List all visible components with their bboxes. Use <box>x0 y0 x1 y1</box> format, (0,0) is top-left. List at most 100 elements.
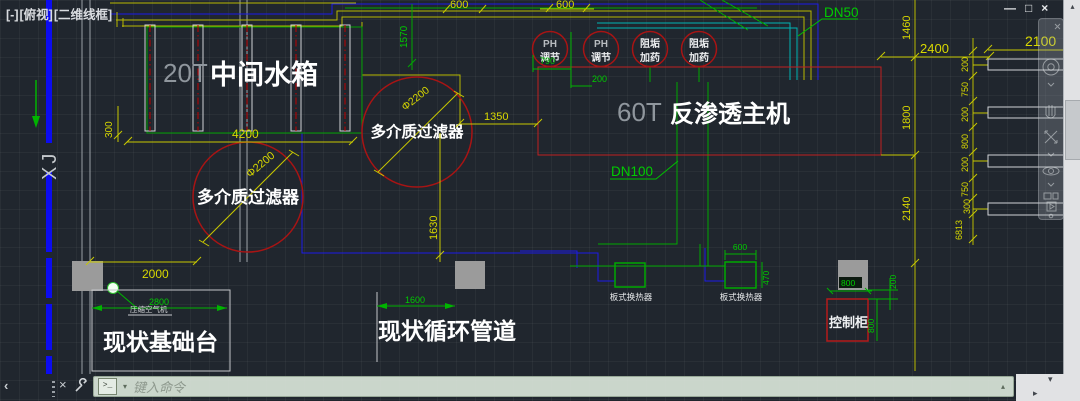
dim-chain-750a: 750 <box>960 82 970 97</box>
heat-exchanger-1[interactable]: 板式换热器 <box>610 263 653 302</box>
filter1-label: 多介质过滤器 <box>197 187 300 207</box>
navbar-caret-icon[interactable] <box>1048 153 1054 156</box>
customize-wrench-icon[interactable] <box>74 378 88 399</box>
scrollbar-corner[interactable]: ▾ ▸ <box>1016 374 1080 401</box>
zoom-icon[interactable] <box>1045 131 1057 143</box>
filter1-diameter: Φ2200 <box>244 150 277 181</box>
cabinet-label: 控制柜 <box>829 315 868 330</box>
media-filter-2[interactable]: Φ2200 多介质过滤器 <box>362 77 472 187</box>
command-input[interactable]: 键入命令 <box>133 377 185 396</box>
command-line-left-controls: ‹ × <box>0 372 93 401</box>
dosing3-line1: 阻垢 <box>640 37 660 50</box>
filter2-label: 多介质过滤器 <box>370 122 464 141</box>
dim-hx-600: 600 <box>733 242 747 252</box>
navigation-wheel-icon[interactable] <box>1043 59 1059 75</box>
viewport-label: [-][俯视][二维线框] <box>6 4 113 23</box>
ro-capacity-label: 60T <box>617 97 662 127</box>
dosing2-line1: PH <box>594 39 608 50</box>
pipe-label-dn100: DN100 <box>610 161 678 179</box>
viewport-controls-menu[interactable]: [-] <box>6 8 19 22</box>
filter2-diameter: Φ2200 <box>399 84 432 113</box>
cad-drawing-viewport[interactable]: XJ <box>0 0 1080 401</box>
hx1-label: 板式换热器 <box>610 292 653 302</box>
north-arrow <box>32 80 40 128</box>
command-expand-icon[interactable]: ▴ <box>1001 382 1005 391</box>
equipment-pad-2[interactable] <box>455 261 485 289</box>
navigation-bar[interactable] <box>1038 18 1064 220</box>
dim-2140: 2140 <box>901 197 913 221</box>
media-filter-1[interactable]: Φ2200 多介质过滤器 <box>193 142 303 252</box>
compressor-note: 压缩空气机 <box>128 304 172 315</box>
scroll-right-icon[interactable]: ▸ <box>1033 388 1038 399</box>
restore-button[interactable]: □ <box>1025 1 1032 15</box>
dim-chain-300: 300 <box>962 199 972 214</box>
dim-chain-200a: 200 <box>960 57 970 72</box>
dim-790: 790 <box>540 56 555 66</box>
dim-cab-200: 200 <box>888 275 898 289</box>
drawing-window-controls: — □ × <box>1004 1 1048 15</box>
ro-unit-60t[interactable]: 60T 反渗透主机 <box>538 67 881 155</box>
dosing1-line1: PH <box>543 39 557 50</box>
dim-chain-750b: 750 <box>960 182 970 197</box>
dim-2000: 2000 <box>142 267 169 281</box>
tank-20t[interactable]: 20T 中间水箱 <box>145 25 362 133</box>
visual-style-menu[interactable]: [二维线框] <box>54 8 112 22</box>
control-cabinet-area[interactable]: 800 控制柜 800 200 <box>827 260 898 341</box>
dim-chain-200b: 200 <box>960 107 970 122</box>
foundation-label: 现状基础台 <box>103 329 218 355</box>
dim-4200: 4200 <box>232 127 259 141</box>
heat-exchanger-2[interactable]: 板式换热器 600 470 <box>720 242 771 302</box>
pan-hand-icon[interactable] <box>1046 105 1055 118</box>
model-space-drawing[interactable]: XJ <box>0 0 1080 401</box>
dim-600-left: 600 <box>450 0 468 11</box>
dosing4-line2: 加药 <box>688 51 709 64</box>
view-name-menu[interactable]: [俯视] <box>20 8 53 22</box>
minimize-button[interactable]: — <box>1004 1 1016 15</box>
tank-capacity-label: 20T <box>163 58 208 88</box>
dim-1350: 1350 <box>484 111 508 123</box>
close-button[interactable]: × <box>1041 1 1048 15</box>
dosing4-line1: 阻垢 <box>689 37 709 50</box>
dim-chain-200c: 200 <box>960 157 970 172</box>
tank-name-label: 中间水箱 <box>210 59 318 90</box>
navbar-customize-icon[interactable] <box>1049 214 1053 218</box>
dim-1800: 1800 <box>901 106 913 130</box>
scroll-up-icon[interactable]: ▴ <box>1064 0 1080 13</box>
svg-text:DN50: DN50 <box>824 5 859 20</box>
navbar-caret-icon[interactable] <box>1048 83 1054 86</box>
vertical-scrollbar-thumb[interactable] <box>1065 100 1080 160</box>
equipment-pad-1[interactable] <box>72 261 103 291</box>
command-prompt-icon[interactable]: >_ <box>98 378 117 395</box>
command-history-caret-icon[interactable]: ▾ <box>123 382 127 391</box>
navbar-close-icon[interactable] <box>1055 24 1060 29</box>
command-line-bar[interactable]: >_ ▾ 键入命令 ▴ <box>93 376 1014 397</box>
command-line-close-icon[interactable]: × <box>59 377 67 392</box>
dim-hx-470: 470 <box>761 271 771 285</box>
pipe-runs <box>110 0 818 281</box>
dim-2400: 2400 <box>920 41 949 56</box>
vertical-scrollbar[interactable]: ▴ <box>1063 0 1080 374</box>
showmotion-icon[interactable] <box>1044 193 1058 211</box>
pipe-label-dn50: DN50 <box>798 5 859 36</box>
dim-1460: 1460 <box>901 16 913 40</box>
dim-chain-6813: 6813 <box>954 220 964 240</box>
scroll-down-icon[interactable]: ▾ <box>1048 374 1053 385</box>
command-line-grip[interactable] <box>52 381 55 397</box>
svg-text:DN100: DN100 <box>611 164 653 179</box>
orbit-icon[interactable] <box>1043 167 1059 175</box>
hx2-label: 板式换热器 <box>720 292 763 302</box>
dosing2-line2: 调节 <box>591 51 611 64</box>
circulation-pipe-note: 现状循环管道 <box>377 292 516 362</box>
dosing3-line2: 加药 <box>639 51 660 64</box>
axis-label: XJ <box>39 151 61 180</box>
layout-collapse-icon[interactable]: ‹ <box>4 378 8 393</box>
ro-name-label: 反渗透主机 <box>670 100 790 128</box>
dim-chain-800: 800 <box>960 134 970 149</box>
dim-300: 300 <box>104 121 115 138</box>
dosing-units[interactable]: PH 调节 PH 调节 阻垢 加药 阻垢 加药 <box>533 32 717 67</box>
dim-200: 200 <box>592 74 607 84</box>
navbar-caret-icon[interactable] <box>1048 183 1054 186</box>
circulation-label: 现状循环管道 <box>378 318 516 344</box>
dim-cab-800: 800 <box>866 319 876 333</box>
dim-1630: 1630 <box>428 216 440 240</box>
